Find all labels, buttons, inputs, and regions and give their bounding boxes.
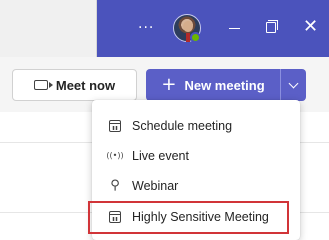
webinar-icon: ⚲ [110, 178, 120, 193]
title-bar [97, 0, 329, 57]
presence-available-icon [190, 32, 201, 43]
meet-now-button[interactable]: Meet now [12, 69, 137, 101]
avatar-face [183, 21, 193, 32]
highlight-annotation [88, 201, 289, 234]
pane-divider [96, 0, 97, 57]
left-pane [0, 0, 96, 57]
menu-item-live-event[interactable]: ((•)) Live event [92, 141, 300, 170]
menu-item-webinar[interactable]: ⚲ Webinar [92, 171, 300, 200]
minimize-icon[interactable] [229, 28, 240, 29]
video-camera-icon [33, 80, 53, 90]
chevron-down-icon [288, 78, 299, 88]
new-meeting-button[interactable]: + New meeting [146, 69, 280, 101]
menu-item-schedule-meeting[interactable]: Schedule meeting [92, 111, 300, 140]
close-icon[interactable]: ✕ [303, 18, 318, 36]
menu-item-label: Live event [132, 148, 189, 163]
new-meeting-dropdown-button[interactable] [281, 69, 306, 101]
broadcast-icon: ((•)) [106, 151, 124, 160]
restore-icon[interactable] [266, 22, 276, 33]
menu-item-label: Schedule meeting [132, 118, 233, 133]
meet-now-label: Meet now [55, 77, 116, 93]
calendar-icon [108, 119, 122, 133]
menu-item-label: Webinar [132, 178, 179, 193]
more-options-icon[interactable]: ··· [138, 21, 154, 35]
plus-icon: + [161, 74, 177, 95]
new-meeting-label: New meeting [184, 77, 265, 93]
